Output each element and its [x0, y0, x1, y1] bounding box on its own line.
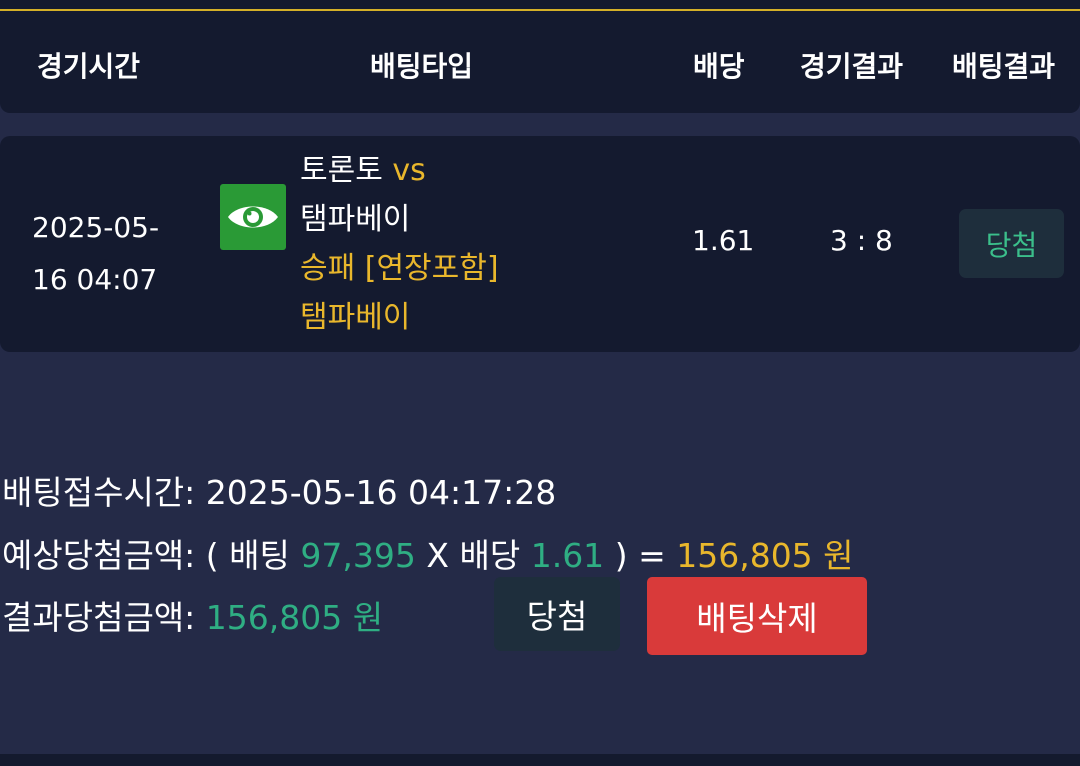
times-sign: X: [426, 536, 449, 575]
odds-value: 1.61: [692, 224, 755, 257]
open-paren: (: [205, 536, 219, 575]
home-team: 토론토: [300, 153, 383, 188]
delete-bet-button[interactable]: 배팅삭제: [647, 577, 867, 655]
header-game-result: 경기결과: [800, 50, 904, 83]
bet-result-badge: 당첨: [959, 209, 1064, 278]
accept-time-label: 배팅접수시간:: [2, 473, 196, 512]
result-amount-label: 결과당첨금액:: [2, 598, 196, 637]
accept-time-value: 2025-05-16 04:17:28: [205, 473, 557, 512]
bottom-strip: [0, 754, 1080, 766]
header-bet-result: 배팅결과: [952, 50, 1056, 83]
close-paren: ): [614, 536, 628, 575]
expected-amount-line: 예상당첨금액: ( 배팅 97,395 X 배당 1.61 ) = 156,80…: [2, 529, 854, 577]
eye-icon: [228, 206, 278, 228]
game-clock: 16 04:07: [32, 263, 158, 296]
bet-word: 배팅: [229, 536, 290, 575]
expected-amount: 156,805 원: [676, 536, 854, 575]
vs-label: vs: [392, 153, 426, 188]
view-detail-button[interactable]: [220, 184, 286, 250]
bet-row: 2025-05- 16 04:07 토론토 vs 탬파베이 승패 [연장포함] …: [0, 136, 1080, 352]
table-header: 경기시간 배팅타입 배당 경기결과 배팅결과: [0, 11, 1080, 113]
market-type: 승패 [연장포함]: [300, 251, 499, 286]
result-amount: 156,805 원: [205, 598, 384, 637]
result-amount-line: 결과당첨금액: 156,805 원: [2, 591, 383, 639]
bet-pick: 탬파베이: [300, 300, 411, 335]
header-bet-type: 배팅타입: [370, 50, 474, 83]
expected-amount-label: 예상당첨금액:: [2, 536, 196, 575]
bet-type-info: 토론토 vs 탬파베이 승패 [연장포함] 탬파베이: [300, 146, 499, 342]
game-date: 2025-05-: [32, 211, 160, 244]
header-odds: 배당: [693, 50, 745, 83]
game-score: 3 : 8: [830, 224, 893, 257]
away-team: 탬파베이: [300, 202, 411, 237]
odds-amount: 1.61: [530, 536, 605, 575]
equals-sign: =: [638, 536, 666, 575]
bet-amount: 97,395: [300, 536, 416, 575]
accept-time-line: 배팅접수시간: 2025-05-16 04:17:28: [2, 466, 556, 514]
odds-word: 배당: [459, 536, 521, 575]
header-game-time: 경기시간: [37, 50, 141, 83]
win-status-button[interactable]: 당첨: [494, 577, 620, 651]
game-time: 2025-05- 16 04:07: [32, 202, 192, 306]
